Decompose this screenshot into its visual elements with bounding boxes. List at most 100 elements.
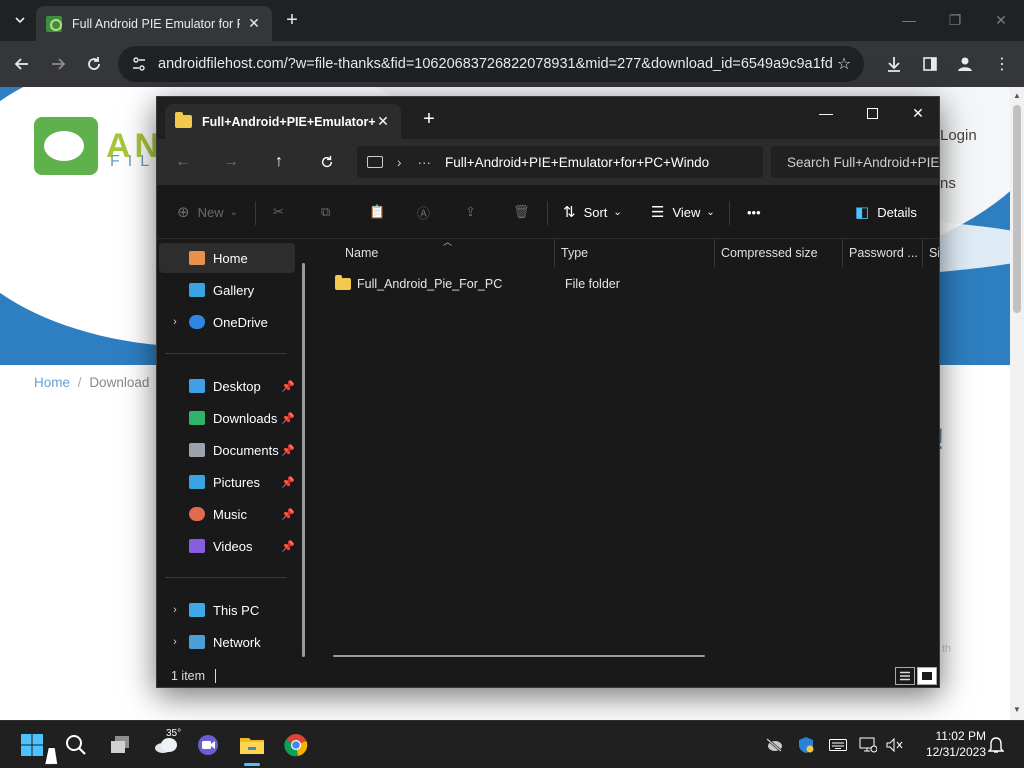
sort-button[interactable]: ⇅ Sort ⌄ (563, 197, 622, 227)
expand-chevron-icon[interactable]: › (167, 604, 183, 616)
details-view-icon[interactable] (895, 667, 915, 685)
more-options-button[interactable]: ••• (747, 197, 761, 227)
nav-item-this-pc[interactable]: › This PC (159, 595, 295, 625)
nav-item-music[interactable]: Music 📌 (159, 499, 295, 529)
windows-start-icon[interactable] (16, 729, 48, 761)
minimize-icon[interactable]: — (803, 97, 849, 129)
side-panel-icon[interactable] (917, 51, 943, 77)
scroll-up-icon[interactable]: ▲ (1013, 91, 1021, 100)
path-breadcrumb-bar[interactable]: › ··· Full+Android+PIE+Emulator+for+PC+W… (357, 146, 763, 178)
scroll-down-icon[interactable]: ▼ (1013, 705, 1021, 714)
view-button[interactable]: ☰ View ⌄ (651, 197, 715, 227)
notification-bell-icon[interactable] (986, 735, 1006, 755)
cut-icon[interactable]: ✂ (273, 197, 284, 227)
more-path-icon[interactable]: ··· (418, 155, 432, 170)
column-header-compressed-size[interactable]: Compressed size (715, 239, 843, 267)
rename-icon[interactable]: Ⓐ (417, 197, 430, 227)
new-tab-button[interactable]: + (419, 107, 439, 131)
horizontal-scrollbar[interactable] (333, 655, 705, 657)
chrome-icon[interactable] (280, 729, 312, 761)
table-row[interactable]: Full_Android_Pie_For_PC File folder (327, 271, 927, 297)
column-header-type[interactable]: Type (555, 239, 715, 267)
clock-date[interactable]: 12/31/2023 (918, 745, 986, 759)
maximize-icon[interactable] (849, 97, 895, 129)
pin-icon[interactable]: 📌 (281, 508, 295, 521)
current-path[interactable]: Full+Android+PIE+Emulator+for+PC+Windo (445, 155, 709, 170)
clock-time[interactable]: 11:02 PM (926, 729, 986, 743)
expand-chevron-icon[interactable]: › (167, 316, 183, 328)
up-arrow-icon[interactable]: ↑ (265, 149, 293, 175)
chevron-right-icon[interactable]: › (397, 155, 402, 170)
teams-meet-icon[interactable] (192, 729, 224, 761)
status-bar: 1 item (157, 663, 939, 687)
tiles-view-icon[interactable] (917, 667, 937, 685)
nav-link-partial[interactable]: ns (940, 175, 956, 192)
new-tab-button[interactable]: + (282, 8, 302, 32)
nav-item-pictures[interactable]: Pictures 📌 (159, 467, 295, 497)
back-arrow-icon[interactable] (8, 50, 36, 78)
nav-item-desktop[interactable]: Desktop 📌 (159, 371, 295, 401)
login-link[interactable]: Login (940, 127, 977, 144)
pin-icon[interactable]: 📌 (281, 540, 295, 553)
new-button[interactable]: ⊕ New ⌄ (177, 197, 238, 227)
column-header-password[interactable]: Password ... (843, 239, 923, 267)
pin-icon[interactable]: 📌 (281, 476, 295, 489)
keyboard-icon[interactable] (828, 735, 848, 755)
file-explorer-taskbar-icon[interactable] (236, 729, 268, 761)
network-status-icon[interactable] (858, 735, 878, 755)
onedrive-offline-icon[interactable] (764, 735, 784, 755)
explorer-address-bar: ← → ↑ › ··· Full+Android+PIE+Emulator+fo… (157, 139, 939, 185)
nav-item-home[interactable]: Home (159, 243, 295, 273)
column-header-name[interactable]: Name (339, 239, 555, 267)
minimize-icon[interactable]: — (886, 6, 932, 34)
scrollbar-thumb[interactable] (1013, 105, 1021, 313)
back-arrow-icon[interactable]: ← (169, 149, 197, 175)
paste-icon[interactable]: 📋 (369, 197, 385, 227)
this-pc-icon[interactable] (367, 156, 383, 168)
forward-arrow-icon[interactable] (44, 50, 72, 78)
page-scrollbar[interactable]: ▲ ▼ (1010, 87, 1024, 720)
nav-item-gallery[interactable]: Gallery (159, 275, 295, 305)
downloads-icon[interactable] (881, 51, 907, 77)
network-icon (189, 635, 205, 649)
nav-item-documents[interactable]: Documents 📌 (159, 435, 295, 465)
address-bar[interactable]: androidfilehost.com/?w=file-thanks&fid=1… (118, 46, 864, 82)
close-window-icon[interactable]: ✕ (895, 97, 939, 129)
bookmark-star-icon[interactable]: ☆ (834, 54, 854, 74)
pin-icon[interactable]: 📌 (281, 444, 295, 457)
details-pane-button[interactable]: ◧ Details (855, 197, 917, 227)
column-header-size[interactable]: Si (923, 239, 939, 267)
search-input[interactable]: Search Full+Android+PIE (771, 146, 939, 178)
pin-icon[interactable]: 📌 (281, 412, 295, 425)
task-view-icon[interactable] (104, 729, 136, 761)
refresh-icon[interactable] (313, 149, 341, 175)
site-info-tune-icon[interactable] (128, 53, 150, 75)
restore-icon[interactable]: ❐ (932, 6, 978, 34)
close-tab-icon[interactable]: ✕ (246, 15, 262, 32)
site-logo-icon[interactable] (34, 117, 98, 175)
pin-icon[interactable]: 📌 (281, 380, 295, 393)
nav-item-network[interactable]: › Network (159, 627, 295, 657)
forward-arrow-icon[interactable]: → (217, 149, 245, 175)
share-icon[interactable]: ⇪ (465, 197, 476, 227)
tab-search-chevron-icon[interactable] (8, 8, 32, 32)
profile-avatar-icon[interactable] (952, 51, 978, 77)
menu-kebab-icon[interactable]: ⋮ (989, 51, 1015, 77)
breadcrumb-home-link[interactable]: Home (34, 375, 70, 390)
reload-icon[interactable] (80, 50, 108, 78)
delete-icon[interactable]: 🗑 (513, 197, 530, 227)
nav-item-videos[interactable]: Videos 📌 (159, 531, 295, 561)
nav-item-onedrive[interactable]: › OneDrive (159, 307, 295, 337)
expand-chevron-icon[interactable]: › (167, 636, 183, 648)
explorer-tab[interactable]: Full+Android+PIE+Emulator+f ✕ (165, 104, 401, 139)
security-shield-icon[interactable] (796, 735, 816, 755)
nav-pane-scrollbar[interactable] (302, 263, 305, 657)
close-window-icon[interactable]: ✕ (978, 6, 1024, 34)
copy-icon[interactable]: ⧉ (321, 197, 330, 227)
nav-item-downloads[interactable]: Downloads 📌 (159, 403, 295, 433)
volume-muted-icon[interactable] (884, 735, 904, 755)
nav-item-label: Desktop (213, 378, 261, 394)
browser-tab[interactable]: Full Android PIE Emulator for PC ✕ (36, 6, 272, 41)
search-icon[interactable] (60, 729, 92, 761)
close-tab-icon[interactable]: ✕ (375, 113, 391, 130)
